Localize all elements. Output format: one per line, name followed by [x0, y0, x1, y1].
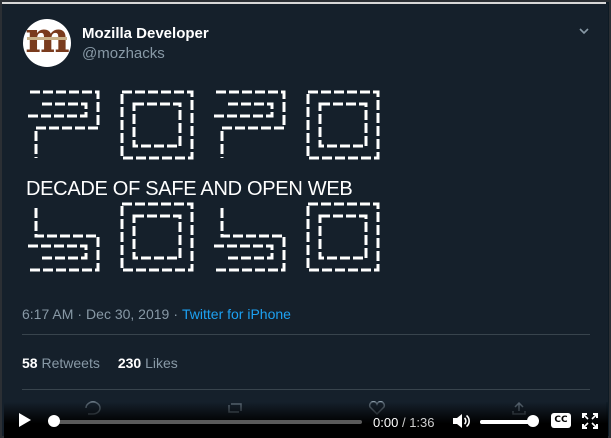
play-icon[interactable] — [16, 412, 32, 428]
progress-handle[interactable] — [48, 415, 60, 427]
divider — [22, 389, 590, 390]
divider — [22, 334, 590, 335]
tweet-time[interactable]: 6:17 AM — [22, 306, 73, 322]
time-separator: / — [401, 415, 406, 430]
volume-icon[interactable] — [452, 413, 470, 429]
tweet-date[interactable]: Dec 30, 2019 — [86, 306, 169, 322]
volume-fill — [480, 420, 534, 424]
media-caption: DECADE OF SAFE AND OPEN WEB — [26, 178, 353, 200]
fullscreen-icon[interactable] — [582, 413, 598, 429]
progress-bar[interactable] — [54, 420, 362, 424]
video-player-frame: m Mozilla Developer @mozhacks DECADE OF … — [0, 0, 611, 438]
volume-handle[interactable] — [527, 415, 540, 427]
avatar-logo: m — [23, 19, 71, 62]
like-count: 230 — [117, 355, 142, 371]
avatar[interactable]: m — [23, 19, 71, 67]
like-stat[interactable]: 230 Likes — [118, 355, 178, 371]
chevron-down-icon[interactable] — [577, 24, 591, 38]
captions-button[interactable]: CC — [551, 413, 571, 428]
tweet-meta: 6:17 AM · Dec 30, 2019 · Twitter for iPhone — [22, 306, 291, 322]
retweet-label: Retweets — [41, 355, 100, 371]
author-name[interactable]: Mozilla Developer — [82, 25, 209, 42]
retweet-count: 58 — [22, 355, 38, 371]
duration: 1:36 — [409, 415, 435, 430]
like-label: Likes — [145, 355, 178, 371]
author-handle[interactable]: @mozhacks — [82, 45, 165, 62]
tweet-card: m Mozilla Developer @mozhacks DECADE OF … — [4, 4, 608, 415]
meta-separator: · — [77, 306, 83, 322]
tweet-source-link[interactable]: Twitter for iPhone — [182, 306, 291, 322]
video-controls: 0:00 / 1:36 CC — [4, 402, 608, 438]
current-time: 0:00 — [373, 415, 399, 430]
meta-separator: · — [173, 306, 179, 322]
time-display: 0:00 / 1:36 — [373, 415, 435, 430]
tweet-stats: 58 Retweets 230 Likes — [22, 355, 178, 371]
retweet-stat[interactable]: 58 Retweets — [22, 355, 100, 371]
